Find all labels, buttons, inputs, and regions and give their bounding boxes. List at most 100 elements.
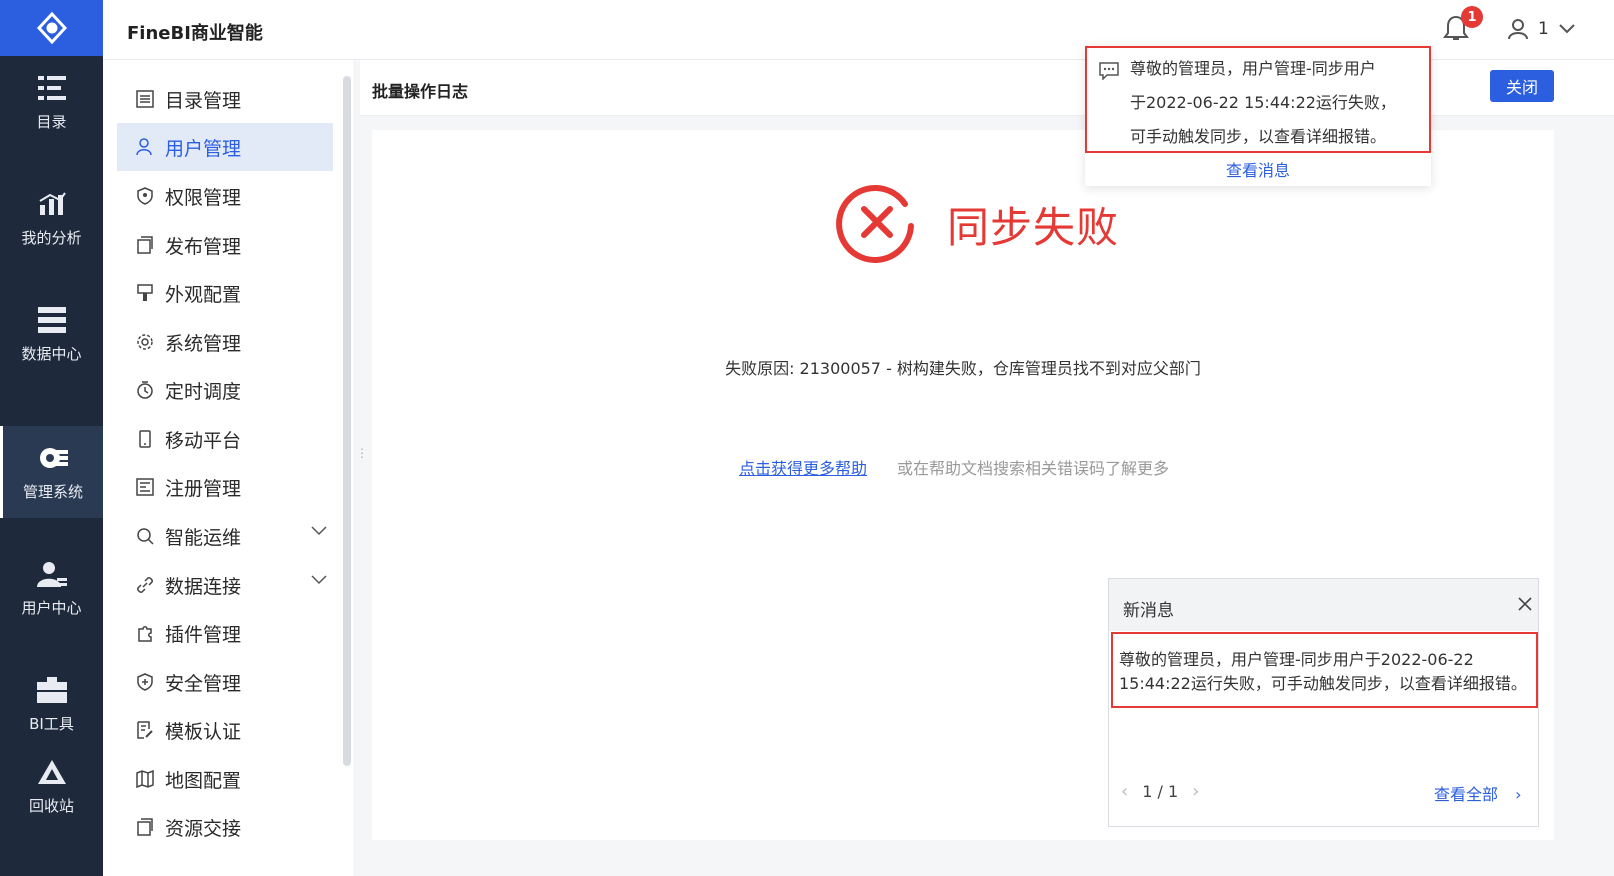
left-rail: 目录 我的分析 数据中心 管理系统 用户中心 BI工具 回收站: [0, 0, 103, 876]
plugin-icon: [135, 623, 155, 643]
toast-message[interactable]: 尊敬的管理员，用户管理-同步用户于2022-06-22 15:44:22运行失败…: [1111, 632, 1538, 708]
chevron-right-icon[interactable]: ›: [1192, 781, 1199, 802]
subnav-item-label: 智能运维: [165, 526, 242, 549]
subnav-item-publish-management[interactable]: 发布管理: [117, 221, 333, 269]
rail-item-label: BI工具: [29, 714, 74, 733]
list-icon: [135, 89, 155, 109]
help-link[interactable]: 点击获得更多帮助: [739, 455, 867, 479]
toolbox-icon: [36, 675, 67, 705]
subnav-item-label: 外观配置: [165, 283, 242, 306]
popover-message[interactable]: 尊敬的管理员，用户管理-同步用户 于2022-06-22 15:44:22运行失…: [1085, 46, 1431, 153]
subnav-item-mobile-platform[interactable]: 移动平台: [117, 415, 333, 463]
subnav-item-system-management[interactable]: 系统管理: [117, 318, 333, 366]
subnav-item-security-management[interactable]: 安全管理: [117, 658, 333, 706]
page-indicator: 1 / 1: [1142, 782, 1179, 801]
chevron-down-icon[interactable]: [311, 575, 327, 585]
subnav-item-label: 权限管理: [165, 186, 242, 209]
rail-item-label: 数据中心: [21, 344, 82, 363]
subnav-item-label: 移动平台: [165, 429, 242, 452]
rail-item-management[interactable]: 管理系统: [0, 426, 103, 518]
help-hint: 或在帮助文档搜索相关错误码了解更多: [897, 459, 1170, 478]
popover-line: 于2022-06-22 15:44:22运行失败，: [1130, 93, 1396, 112]
rail-item-label: 回收站: [28, 796, 74, 815]
app-title: FineBI商业智能: [127, 23, 263, 44]
subnav-scrollbar[interactable]: [343, 76, 351, 766]
subnav-item-data-connection[interactable]: 数据连接: [117, 561, 333, 609]
subnav-item-label: 插件管理: [165, 623, 242, 646]
rail-item-user-center[interactable]: 用户中心: [0, 542, 103, 634]
notification-badge: 1: [1461, 6, 1483, 28]
subnav-item-label: 系统管理: [165, 332, 242, 355]
subnav-item-template-certification[interactable]: 模板认证: [117, 706, 333, 754]
subnav-item-label: 定时调度: [165, 380, 242, 403]
failure-reason: 失败原因: 21300057 - 树构建失败，仓库管理员找不到对应父部门: [725, 359, 1201, 378]
link-icon: [135, 575, 155, 595]
close-button[interactable]: 关闭: [1490, 70, 1554, 102]
rail-item-catalog[interactable]: 目录: [0, 56, 103, 148]
view-all-label: 查看全部: [1434, 785, 1499, 804]
subnav-item-label: 安全管理: [165, 672, 242, 695]
chevron-right-icon: ›: [1515, 785, 1522, 804]
popover-line: 可手动触发同步，以查看详细报错。: [1130, 127, 1387, 146]
handover-icon: [135, 817, 155, 837]
notification-popover: 尊敬的管理员，用户管理-同步用户 于2022-06-22 15:44:22运行失…: [1085, 46, 1431, 186]
subnav-item-label: 目录管理: [165, 89, 242, 112]
subnav-item-label: 地图配置: [165, 769, 242, 792]
analysis-icon: [37, 189, 67, 219]
user-menu[interactable]: 1: [1508, 14, 1575, 44]
user-icon: [1508, 19, 1528, 40]
timer-icon: [135, 380, 155, 400]
page-title: 批量操作日志: [372, 82, 469, 101]
message-icon: [1099, 62, 1119, 80]
subnav-item-resource-handover[interactable]: 资源交接: [117, 803, 333, 851]
appearance-icon: [135, 283, 155, 303]
close-icon[interactable]: [1517, 596, 1533, 612]
app-logo[interactable]: [0, 0, 103, 56]
rail-item-bi-tools[interactable]: BI工具: [0, 658, 103, 750]
subnav-item-registration-management[interactable]: 注册管理: [117, 463, 333, 511]
ops-icon: [135, 526, 155, 546]
user-icon: [135, 137, 155, 157]
rail-item-label: 目录: [36, 112, 67, 131]
logo-icon: [36, 11, 67, 45]
status-title: 同步失败: [947, 203, 1120, 252]
subnav-item-catalog-management[interactable]: 目录管理: [117, 75, 333, 123]
popover-line: 尊敬的管理员，用户管理-同步用户: [1130, 59, 1376, 78]
subnav-item-user-management[interactable]: 用户管理: [117, 123, 333, 171]
rail-item-label: 我的分析: [21, 228, 82, 247]
view-message-link[interactable]: 查看消息: [1085, 157, 1431, 181]
view-all-link[interactable]: 查看全部 ›: [1434, 781, 1522, 805]
settings-icon: [135, 332, 155, 352]
security-icon: [135, 672, 155, 692]
subnav-item-map-config[interactable]: 地图配置: [117, 755, 333, 803]
toast-pager: ‹ 1 / 1 ›: [1121, 781, 1199, 802]
publish-icon: [135, 235, 155, 255]
recycle-bin-icon: [37, 757, 67, 787]
map-icon: [135, 769, 155, 789]
chevron-left-icon[interactable]: ‹: [1121, 781, 1128, 802]
popover-text: 尊敬的管理员，用户管理-同步用户 于2022-06-22 15:44:22运行失…: [1130, 52, 1420, 154]
rail-item-my-analysis[interactable]: 我的分析: [0, 172, 103, 264]
chevron-down-icon[interactable]: [311, 526, 327, 536]
user-center-icon: [36, 559, 67, 589]
subnav-item-intelligent-ops[interactable]: 智能运维: [117, 512, 333, 560]
mobile-icon: [135, 429, 155, 449]
subnav-item-label: 资源交接: [165, 817, 242, 840]
subnav-item-label: 用户管理: [165, 137, 242, 160]
register-icon: [135, 477, 155, 497]
sub-navigation: 目录管理 用户管理 权限管理 发布管理 外观配置 系统管理 定时调度 移动平台 …: [103, 60, 353, 876]
rail-item-recycle-bin[interactable]: 回收站: [0, 740, 103, 832]
rail-item-label: 用户中心: [21, 598, 82, 617]
management-icon: [38, 443, 68, 473]
subnav-item-permission-management[interactable]: 权限管理: [117, 172, 333, 220]
rail-item-data-center[interactable]: 数据中心: [0, 288, 103, 380]
rail-item-label: 管理系统: [22, 482, 83, 501]
subnav-item-label: 注册管理: [165, 477, 242, 500]
new-message-toast: 新消息 尊敬的管理员，用户管理-同步用户于2022-06-22 15:44:22…: [1108, 578, 1539, 827]
data-center-icon: [37, 305, 67, 335]
subnav-item-label: 数据连接: [165, 575, 242, 598]
subnav-item-plugin-management[interactable]: 插件管理: [117, 609, 333, 657]
subnav-item-scheduled-task[interactable]: 定时调度: [117, 366, 333, 414]
template-icon: [135, 720, 155, 740]
subnav-item-appearance-config[interactable]: 外观配置: [117, 269, 333, 317]
